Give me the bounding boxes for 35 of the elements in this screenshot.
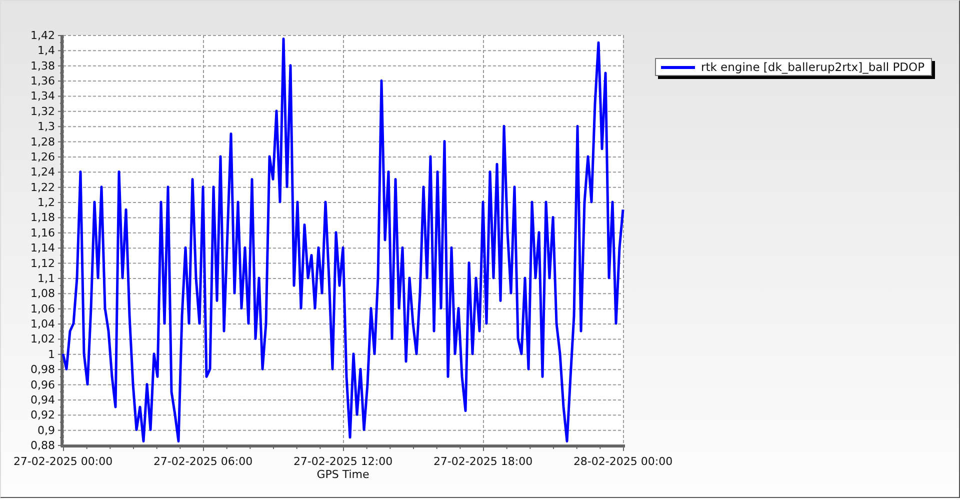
axis-label: 28-02-2025 00:00 — [573, 455, 673, 468]
axis-label: 1,16 — [30, 226, 55, 240]
axis-label: 1,22 — [30, 180, 55, 194]
axis-label: 27-02-2025 00:00 — [13, 455, 113, 468]
axis-label: 0,9 — [38, 424, 55, 437]
axis-label: 27-02-2025 18:00 — [433, 455, 533, 468]
axis-label: 1,02 — [30, 332, 55, 346]
axis-label: 0,94 — [30, 393, 55, 406]
axis-title: GPS Time — [316, 468, 370, 481]
axis-label: 1,06 — [30, 302, 55, 316]
axis-label: 1,14 — [30, 242, 55, 255]
axis-label: 1,24 — [30, 166, 55, 179]
axis-label: 1 — [48, 348, 55, 361]
axis-label: 1,04 — [30, 318, 55, 331]
axis-label: 27-02-2025 06:00 — [153, 455, 253, 468]
axis-label: 0,96 — [30, 378, 55, 392]
axis-label: 0,88 — [30, 439, 55, 452]
axis-label: 0,92 — [30, 408, 55, 422]
axis-label: 1,18 — [30, 211, 55, 224]
axis-label: 1,32 — [30, 104, 55, 118]
axis-label: 1,12 — [30, 256, 55, 270]
axis-label: 27-02-2025 12:00 — [293, 455, 393, 468]
axis-label: 1,42 — [30, 29, 55, 42]
axis-label: 0,98 — [30, 363, 55, 376]
axis-label: 1,08 — [30, 287, 55, 300]
axis-label: 1,34 — [30, 90, 55, 103]
axis-label: 1,3 — [38, 120, 55, 134]
axis-label: 1,1 — [38, 272, 55, 285]
legend-label: rtk engine [dk_ballerup2rtx]_ball PDOP — [701, 60, 925, 74]
axis-label: 1,26 — [30, 150, 55, 164]
axis-label: 1,2 — [38, 196, 55, 210]
axis-label: 1,36 — [30, 74, 55, 88]
axis-label: 1,4 — [38, 44, 55, 58]
axis-label: 1,38 — [30, 59, 55, 72]
axis-label: 1,28 — [30, 135, 55, 148]
